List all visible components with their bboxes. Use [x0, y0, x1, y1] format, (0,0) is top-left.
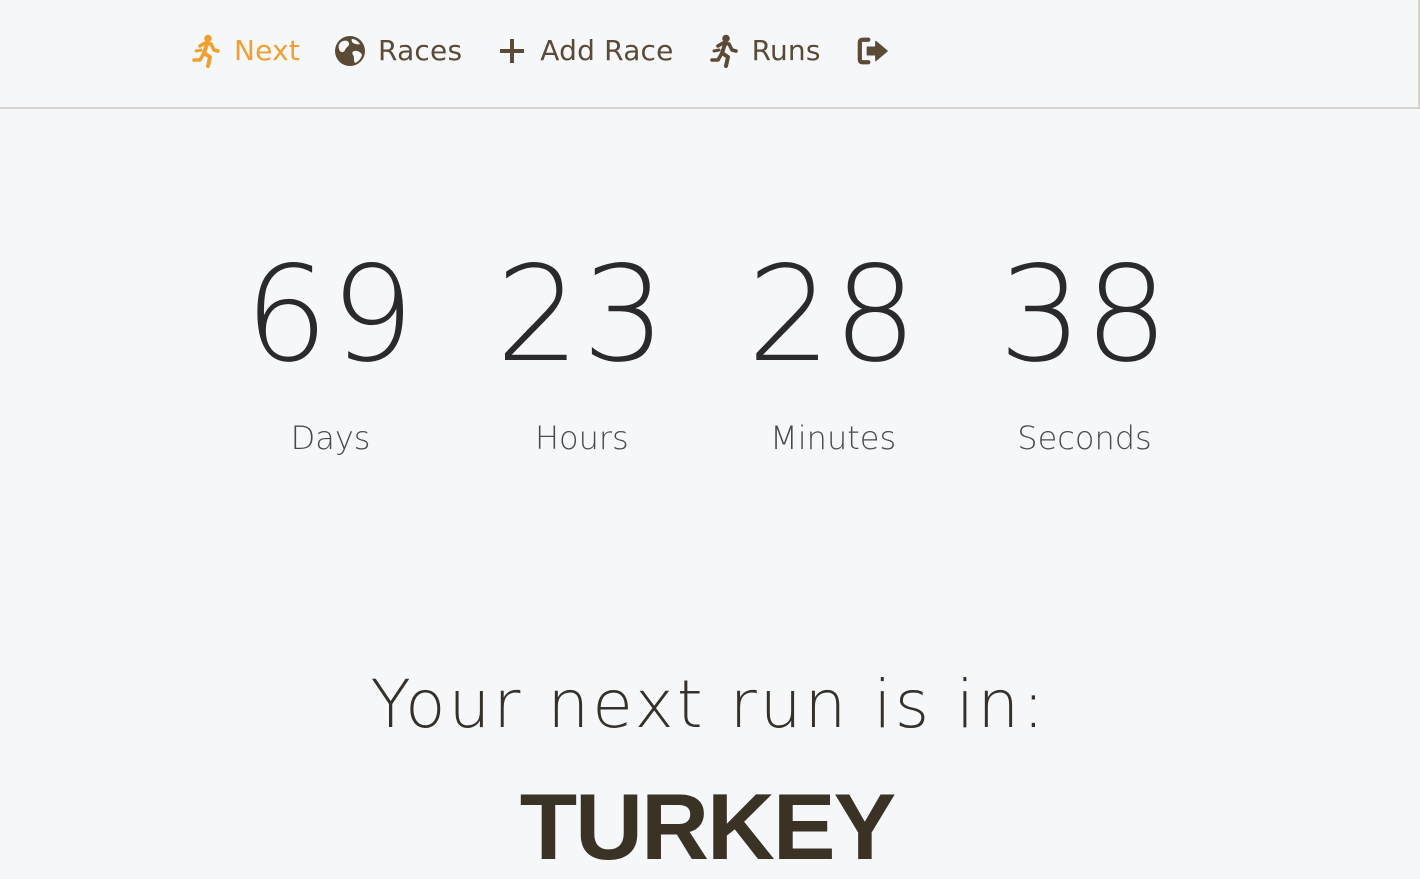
top-navbar: Next Races Add Race Runs: [0, 0, 1420, 109]
nav-label-add-race: Add Race: [540, 34, 674, 67]
sign-out-icon: [857, 33, 889, 69]
hours-value: 23: [495, 238, 668, 392]
nav-label-runs: Runs: [751, 34, 821, 67]
hours-label: Hours: [534, 419, 629, 457]
days-label: Days: [290, 419, 371, 457]
countdown-timer: 69 Days 23 Hours 28 Minutes 38 Seconds: [205, 240, 1210, 458]
seconds-value: 38: [998, 238, 1171, 392]
sign-out-button[interactable]: [857, 33, 889, 69]
nav-label-next: Next: [234, 34, 301, 67]
nav-item-races[interactable]: Races: [334, 31, 462, 71]
nav-item-add-race[interactable]: Add Race: [496, 31, 673, 71]
next-run-heading: Your next run is in:: [370, 665, 1048, 743]
seconds-label: Seconds: [1017, 419, 1152, 457]
countdown-minutes: 28 Minutes: [708, 240, 959, 458]
minutes-value: 28: [747, 238, 920, 392]
nav-item-runs[interactable]: Runs: [708, 31, 821, 71]
plus-icon: [496, 33, 528, 69]
nav-item-next[interactable]: Next: [190, 31, 300, 71]
countdown-seconds: 38 Seconds: [959, 240, 1210, 458]
countdown-days: 69 Days: [205, 240, 456, 458]
next-run-destination: TURKEY: [519, 773, 896, 879]
runner-icon: [708, 33, 740, 69]
globe-icon: [334, 33, 366, 69]
days-value: 69: [244, 238, 417, 392]
nav-label-races: Races: [378, 34, 463, 67]
runner-icon: [190, 33, 222, 69]
minutes-label: Minutes: [770, 419, 897, 457]
nav-list: Next Races Add Race Runs: [190, 30, 889, 72]
countdown-hours: 23 Hours: [456, 240, 707, 458]
